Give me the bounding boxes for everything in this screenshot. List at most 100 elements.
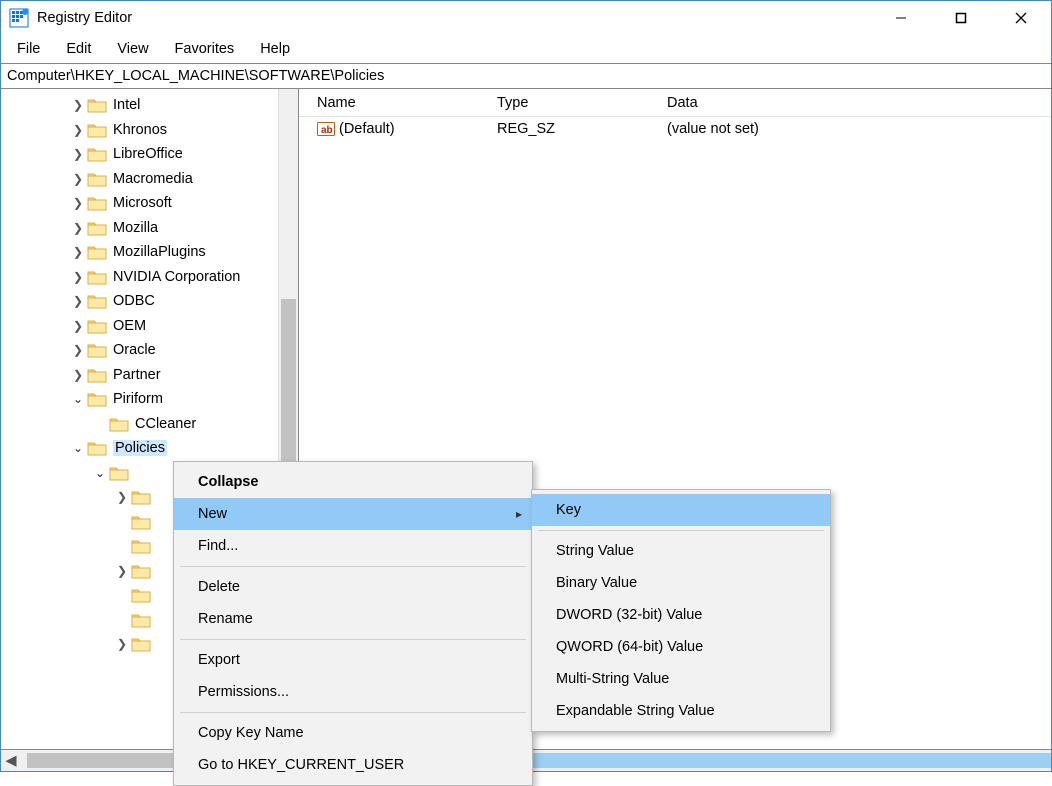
folder-icon xyxy=(87,220,107,236)
folder-icon xyxy=(131,612,151,628)
chevron-right-icon[interactable]: ❯ xyxy=(71,147,85,161)
chevron-down-icon[interactable]: ⌄ xyxy=(71,441,85,455)
tree-item-label: Oracle xyxy=(113,342,156,358)
ctx-permissions[interactable]: Permissions... xyxy=(174,676,532,708)
tree-item-label: Intel xyxy=(113,97,140,113)
chevron-right-icon[interactable]: ❯ xyxy=(71,245,85,259)
ctx-goto-hkcu[interactable]: Go to HKEY_CURRENT_USER xyxy=(174,749,532,781)
ctx-new[interactable]: New ▸ xyxy=(174,498,532,530)
folder-icon xyxy=(87,391,107,407)
chevron-right-icon[interactable]: ❯ xyxy=(71,294,85,308)
chevron-right-icon[interactable]: ❯ xyxy=(115,637,129,651)
close-button[interactable] xyxy=(991,1,1051,35)
ctx-separator xyxy=(538,530,824,531)
tree-item-label: Macromedia xyxy=(113,171,193,187)
tree-item[interactable]: ❯Mozilla xyxy=(1,216,278,241)
expand-placeholder xyxy=(115,588,129,602)
chevron-right-icon[interactable]: ❯ xyxy=(71,270,85,284)
tree-item[interactable]: ❯ Oracle xyxy=(1,338,278,363)
folder-icon xyxy=(87,146,107,162)
registry-editor-window: Registry Editor File Edit View Favorites… xyxy=(0,0,1052,772)
ctx-new-binary[interactable]: Binary Value xyxy=(532,567,830,599)
address-bar[interactable]: Computer\HKEY_LOCAL_MACHINE\SOFTWARE\Pol… xyxy=(1,63,1051,89)
regedit-app-icon xyxy=(9,8,29,28)
tree-item[interactable]: ❯ Microsoft xyxy=(1,191,278,216)
tree-item-label: Microsoft xyxy=(113,195,172,211)
tree-item[interactable]: ❯NVIDIA Corporation xyxy=(1,265,278,290)
menu-favorites[interactable]: Favorites xyxy=(171,39,239,59)
ctx-rename[interactable]: Rename xyxy=(174,603,532,635)
ctx-new-qword[interactable]: QWORD (64-bit) Value xyxy=(532,631,830,663)
ctx-new-expandstring[interactable]: Expandable String Value xyxy=(532,695,830,727)
ctx-copy-key-name[interactable]: Copy Key Name xyxy=(174,717,532,749)
menu-help[interactable]: Help xyxy=(256,39,294,59)
folder-icon xyxy=(131,489,151,505)
folder-icon xyxy=(109,465,129,481)
ctx-delete[interactable]: Delete xyxy=(174,571,532,603)
tree-item[interactable]: ❯Partner xyxy=(1,363,278,388)
values-header: Name Type Data xyxy=(299,89,1051,117)
tree-item-label: LibreOffice xyxy=(113,146,183,162)
maximize-button[interactable] xyxy=(931,1,991,35)
chevron-down-icon[interactable]: ⌄ xyxy=(71,392,85,406)
ctx-new-key[interactable]: Key xyxy=(532,494,830,526)
chevron-right-icon[interactable]: ❯ xyxy=(71,196,85,210)
value-data: (value not set) xyxy=(659,119,1051,139)
chevron-right-icon[interactable]: ❯ xyxy=(71,368,85,382)
ctx-new-multistring[interactable]: Multi-String Value xyxy=(532,663,830,695)
chevron-right-icon[interactable]: ❯ xyxy=(71,221,85,235)
tree-item[interactable]: ⌄Piriform xyxy=(1,387,278,412)
col-data[interactable]: Data xyxy=(659,91,1051,115)
ctx-new-string[interactable]: String Value xyxy=(532,535,830,567)
menu-file[interactable]: File xyxy=(13,39,44,59)
expand-placeholder xyxy=(115,515,129,529)
ctx-collapse[interactable]: Collapse xyxy=(174,466,532,498)
tree-item[interactable]: ❯Khronos xyxy=(1,118,278,143)
folder-icon xyxy=(87,440,107,456)
chevron-right-icon[interactable]: ❯ xyxy=(115,564,129,578)
folder-icon xyxy=(87,269,107,285)
tree-item[interactable]: ⌄Policies xyxy=(1,436,278,461)
tree-item[interactable]: ❯ Macromedia xyxy=(1,167,278,192)
value-row[interactable]: ab (Default) REG_SZ (value not set) xyxy=(299,117,1051,141)
chevron-right-icon[interactable]: ❯ xyxy=(71,98,85,112)
tree-item[interactable]: ❯MozillaPlugins xyxy=(1,240,278,265)
tree-item[interactable]: ❯ ODBC xyxy=(1,289,278,314)
context-submenu-new: Key String Value Binary Value DWORD (32-… xyxy=(531,489,831,732)
ctx-new-dword[interactable]: DWORD (32-bit) Value xyxy=(532,599,830,631)
ctx-find[interactable]: Find... xyxy=(174,530,532,562)
chevron-right-icon[interactable]: ❯ xyxy=(71,319,85,333)
folder-icon xyxy=(131,514,151,530)
col-name[interactable]: Name xyxy=(309,91,489,115)
folder-icon xyxy=(87,367,107,383)
folder-icon xyxy=(87,342,107,358)
tree-item[interactable]: CCleaner xyxy=(1,412,278,437)
tree-item[interactable]: ❯ LibreOffice xyxy=(1,142,278,167)
string-value-icon: ab xyxy=(317,121,335,137)
folder-icon xyxy=(87,97,107,113)
tree-item[interactable]: ❯ Intel xyxy=(1,93,278,118)
tree-item-label: ODBC xyxy=(113,293,155,309)
folder-icon xyxy=(87,122,107,138)
folder-icon xyxy=(87,171,107,187)
ctx-export[interactable]: Export xyxy=(174,644,532,676)
tree-item[interactable]: ❯OEM xyxy=(1,314,278,339)
chevron-down-icon[interactable]: ⌄ xyxy=(93,466,107,480)
folder-icon xyxy=(131,587,151,603)
menu-view[interactable]: View xyxy=(113,39,152,59)
scroll-left-icon[interactable]: ◀ xyxy=(1,750,21,771)
menubar: File Edit View Favorites Help xyxy=(1,35,1051,63)
tree-item-label: CCleaner xyxy=(135,416,196,432)
ctx-separator xyxy=(180,639,526,640)
address-path: Computer\HKEY_LOCAL_MACHINE\SOFTWARE\Pol… xyxy=(7,68,384,84)
submenu-arrow-icon: ▸ xyxy=(516,507,522,521)
folder-icon xyxy=(87,293,107,309)
chevron-right-icon[interactable]: ❯ xyxy=(115,490,129,504)
col-type[interactable]: Type xyxy=(489,91,659,115)
chevron-right-icon[interactable]: ❯ xyxy=(71,123,85,137)
menu-edit[interactable]: Edit xyxy=(62,39,95,59)
titlebar: Registry Editor xyxy=(1,1,1051,35)
chevron-right-icon[interactable]: ❯ xyxy=(71,343,85,357)
minimize-button[interactable] xyxy=(871,1,931,35)
chevron-right-icon[interactable]: ❯ xyxy=(71,172,85,186)
